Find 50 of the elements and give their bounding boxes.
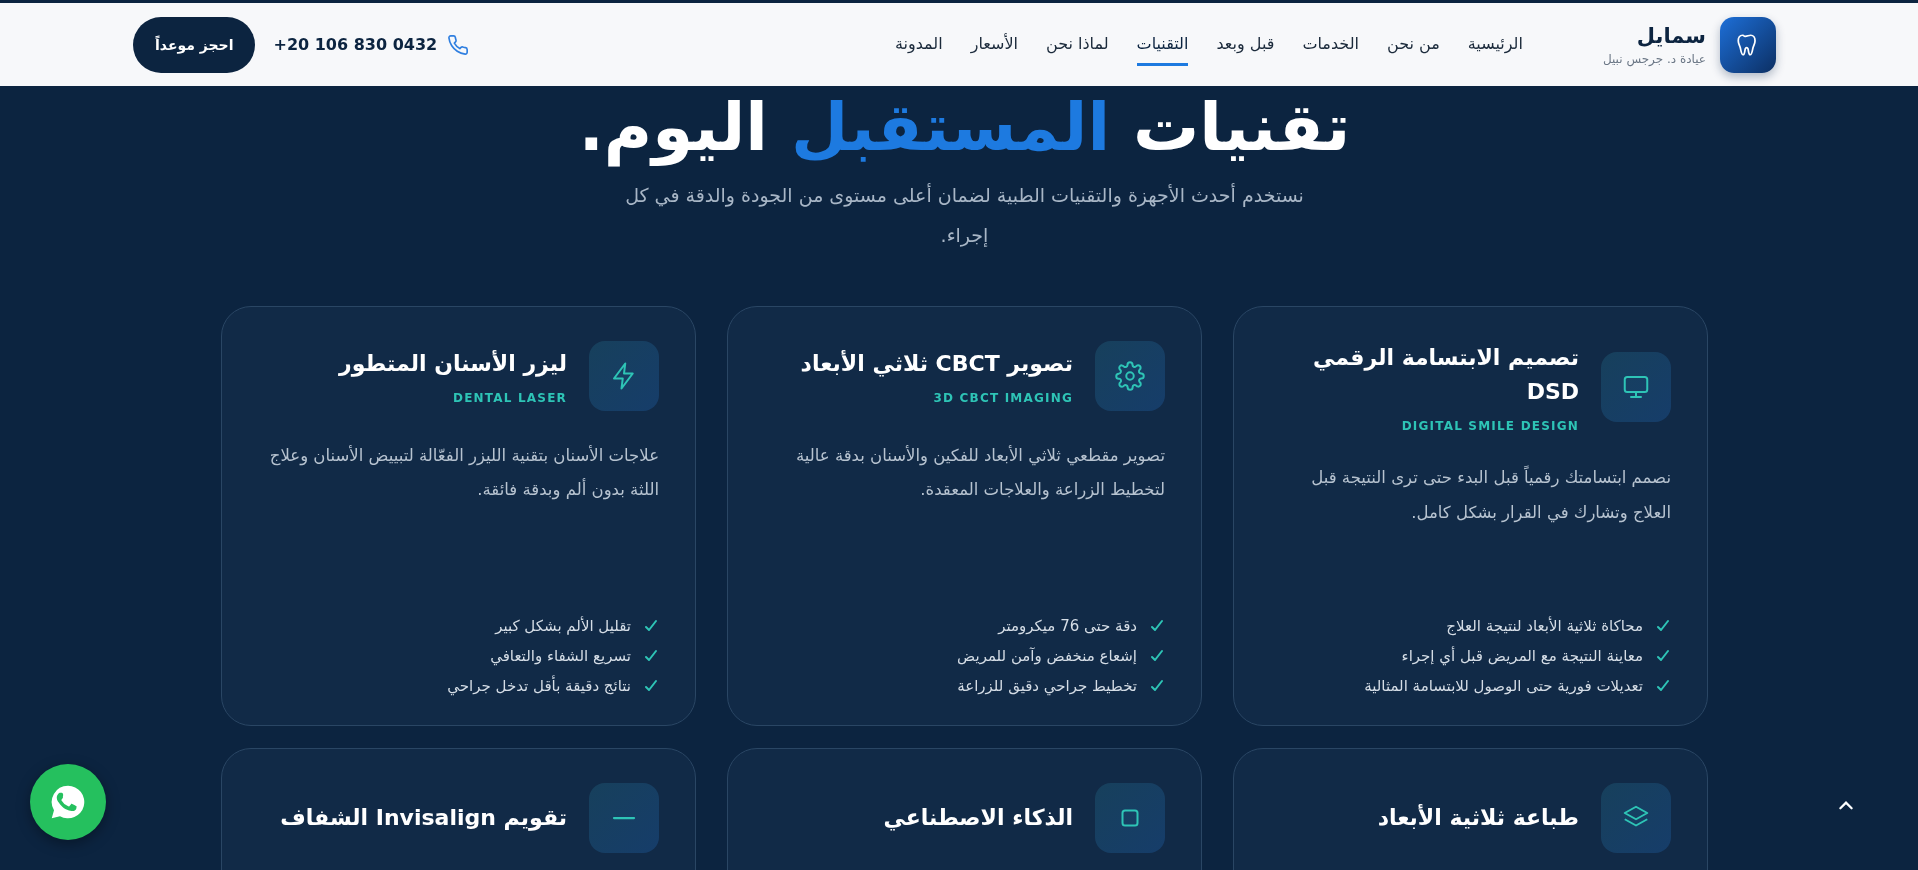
card-description: علاجات الأسنان بتقنية الليزر الفعّالة لتبييض الأسنان وعلاج اللثة بدون ألم وبدقة فائقة. [268,444,659,502]
check-icon [1149,677,1165,694]
check-icon [1149,647,1165,664]
hero-subtitle: نستخدم أحدث الأجهزة والتقنيات الطبية لضمان أعلى مستوى من الجودة والدقة في كل إجراء. [624,182,1305,249]
check-icon [643,677,659,694]
card-title: تصميم الابتسامة الرقمي DSD [1312,343,1579,406]
hero-title: تقنيات المستقبل اليوم. [578,90,1351,166]
check-icon [643,647,659,664]
check-icon [643,617,659,634]
check-icon [1149,617,1165,634]
nav-link[interactable]: التقنيات [1136,23,1189,66]
nav-link[interactable]: من نحن [1387,23,1440,66]
card-description: نصمم ابتسامتك رقمياً قبل البدء حتى ترى النتيجة قبل العلاج وتشارك في القرار بشكل كامل. [1310,464,1671,525]
card-description: تصوير مقطعي ثلاثي الأبعاد للفكين والأسنان بدقة عالية لتخطيط الزراعة والعلاجات المعقدة. [794,444,1165,502]
brand-name: سمايل [1635,23,1706,48]
card-tag: 3D CBCT IMAGING [800,390,1073,405]
layers-icon [1601,782,1671,853]
bolt-icon [589,340,659,411]
card-title: تقويم Invisalign الشفاف [280,803,567,833]
card-tag: DENTAL LASER [339,390,567,405]
card-title: تصوير CBCT ثلاثي الأبعاد [800,349,1073,379]
gear-icon [1095,340,1165,411]
check-icon [1655,677,1671,694]
nav-link[interactable]: المدونة [894,23,943,66]
nav-link[interactable]: الأسعار [970,23,1018,66]
feature-text: تعديلات فورية حتى الوصول للابتسامة المثالية [1364,676,1643,695]
card-title: طباعة ثلاثية الأبعاد [1377,803,1579,832]
feature-text: محاكاة ثلاثية الأبعاد لنتيجة العلاج [1446,616,1643,635]
feature-text: تسريع الشفاء والتعافي [490,646,631,665]
card-tag: DIGITAL SMILE DESIGN [1270,418,1579,433]
feature-text: إشعاع منخفض وآمن للمريض [957,646,1137,665]
book-appointment-button[interactable]: احجز موعداً [133,16,256,73]
nav-link[interactable]: الرئيسية [1467,23,1523,66]
feature-text: دقة حتى 76 ميكرومتر [998,616,1137,635]
tooth-logo-icon[interactable] [1720,16,1776,73]
feature-text: تقليل الألم بشكل كبير [495,616,631,635]
check-icon [1655,617,1671,634]
feature-text: معاينة النتيجة مع المريض قبل أي إجراء [1401,646,1643,665]
phone-link[interactable]: +20 106 830 0432 [273,33,470,56]
card-title: ليزر الأسنان المتطور [339,349,567,379]
nav-link[interactable]: الخدمات [1302,23,1359,66]
phone-icon [447,33,470,56]
brand-subtitle: عيادة د. جرجس نبيل [1602,51,1706,66]
card-title: الذكاء الاصطناعي [883,803,1073,833]
nav-link[interactable]: قبل وبعد [1216,23,1275,66]
feature-text: تخطيط جراحي دقيق للزراعة [957,676,1137,695]
check-icon [1655,647,1671,664]
nav-link[interactable]: لماذا نحن [1045,23,1109,66]
feature-text: نتائج دقيقة بأقل تدخل جراحي [447,676,631,695]
monitor-icon [1601,351,1671,422]
